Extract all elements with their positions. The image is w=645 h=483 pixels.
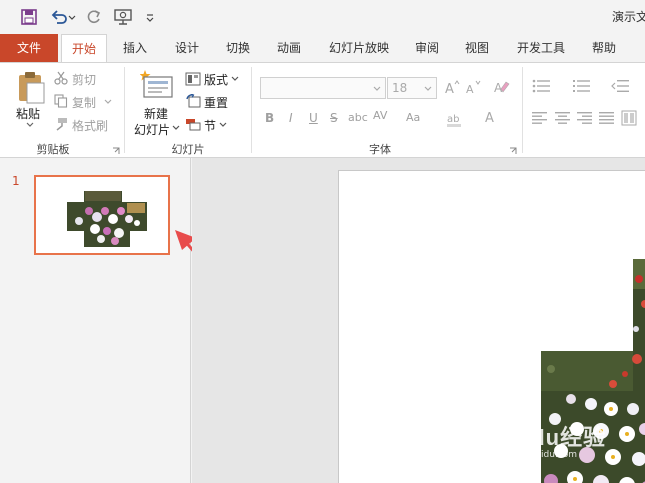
format-painter-label[interactable]: 格式刷 — [72, 117, 108, 134]
quick-access-toolbar: 演示文 — [0, 0, 645, 34]
font-name-select[interactable] — [260, 77, 386, 99]
cut-icon[interactable] — [54, 71, 68, 85]
tab-slide-show[interactable]: 幻灯片放映 — [320, 34, 398, 62]
chevron-down-icon[interactable] — [231, 76, 239, 82]
tab-home[interactable]: 开始 — [61, 34, 107, 63]
ribbon: 粘贴 剪切 复制 格式刷 剪贴板 新建 幻灯片 版式 重置 节 幻灯片 18 A… — [0, 62, 645, 158]
new-slide-label-line1[interactable]: 新建 — [144, 105, 168, 122]
powerpoint-window: 演示文 文件 开始 插入 设计 切换 动画 幻灯片放映 审阅 视图 开发工具 帮… — [0, 0, 645, 483]
redo-icon[interactable] — [85, 8, 103, 26]
customize-icon[interactable] — [146, 8, 154, 26]
strikethrough-button[interactable]: S — [330, 111, 338, 125]
flower-picture-thumbnail — [67, 191, 147, 247]
font-group-label: 字体 — [369, 143, 391, 156]
chevron-down-icon — [373, 86, 381, 91]
font-color-icon[interactable]: A — [484, 110, 498, 126]
underline-button[interactable]: U — [309, 111, 318, 125]
clipboard-group-label: 剪贴板 — [36, 143, 70, 156]
dialog-launcher-icon[interactable] — [509, 147, 517, 155]
change-case-button[interactable]: Aa — [406, 111, 420, 124]
svg-text:A: A — [466, 83, 474, 95]
columns-icon[interactable] — [621, 110, 637, 126]
watermark-logo: Baidu经验 — [494, 425, 607, 450]
shrink-font-icon[interactable]: A — [465, 79, 481, 95]
tab-animations[interactable]: 动画 — [268, 34, 310, 62]
new-slide-label-line2[interactable]: 幻灯片 — [134, 121, 170, 138]
tab-view[interactable]: 视图 — [456, 34, 498, 62]
chevron-down-icon[interactable] — [104, 99, 112, 105]
character-spacing-button[interactable]: AV — [373, 109, 387, 122]
copy-label[interactable]: 复制 — [72, 94, 96, 111]
bullets-icon[interactable] — [532, 79, 552, 93]
slides-group-label: 幻灯片 — [171, 143, 205, 156]
undo-icon[interactable] — [50, 8, 68, 26]
slide-number: 1 — [12, 174, 20, 188]
tab-review[interactable]: 审阅 — [406, 34, 448, 62]
svg-text:A: A — [445, 82, 454, 95]
numbering-icon[interactable] — [572, 79, 592, 93]
decrease-indent-icon[interactable] — [610, 79, 630, 93]
dialog-launcher-icon[interactable] — [112, 147, 120, 155]
bold-button[interactable]: B — [265, 111, 274, 125]
highlight-icon[interactable]: ab — [446, 111, 464, 127]
layout-icon[interactable] — [185, 72, 201, 86]
tab-developer[interactable]: 开发工具 — [508, 34, 574, 62]
copy-icon[interactable] — [54, 94, 68, 108]
svg-text:A: A — [485, 111, 494, 126]
justify-icon[interactable] — [599, 112, 615, 124]
tab-help[interactable]: 帮助 — [583, 34, 625, 62]
tab-file[interactable]: 文件 — [0, 34, 58, 62]
align-left-icon[interactable] — [532, 112, 548, 124]
align-right-icon[interactable] — [577, 112, 593, 124]
reset-label[interactable]: 重置 — [204, 94, 228, 111]
font-size-select[interactable]: 18 — [387, 77, 437, 99]
cut-label[interactable]: 剪切 — [72, 71, 96, 88]
shadow-button[interactable]: abc — [348, 111, 368, 124]
slide-thumbnail-pane: 1 — [0, 158, 246, 483]
watermark-url: jingyan.baidu.com — [494, 450, 578, 460]
chevron-down-icon[interactable] — [26, 122, 34, 128]
group-divider — [251, 67, 252, 153]
tab-design[interactable]: 设计 — [166, 34, 208, 62]
paste-icon[interactable] — [16, 71, 46, 105]
font-size-value: 18 — [392, 81, 408, 95]
present-icon[interactable] — [114, 8, 134, 26]
new-slide-icon[interactable] — [140, 69, 174, 99]
group-divider — [124, 67, 125, 153]
grow-font-icon[interactable]: A — [444, 79, 460, 95]
slide-editing-pane: Baidu经验 jingyan.baidu.com — [192, 158, 645, 483]
tab-transitions[interactable]: 切换 — [217, 34, 259, 62]
chevron-down-icon[interactable] — [172, 125, 180, 131]
paste-label[interactable]: 粘贴 — [16, 105, 40, 122]
chevron-down-icon[interactable] — [68, 8, 76, 26]
tab-insert[interactable]: 插入 — [114, 34, 156, 62]
ribbon-tabs: 文件 开始 插入 设计 切换 动画 幻灯片放映 审阅 视图 开发工具 帮助 — [0, 34, 645, 63]
save-icon[interactable] — [20, 8, 38, 26]
chevron-down-icon — [424, 86, 432, 91]
chevron-down-icon[interactable] — [219, 122, 227, 128]
document-title: 演示文 — [612, 10, 645, 24]
section-icon[interactable] — [185, 117, 201, 131]
layout-label[interactable]: 版式 — [204, 71, 228, 88]
clear-formatting-icon[interactable]: A — [493, 79, 511, 95]
align-center-icon[interactable] — [555, 112, 571, 124]
svg-text:ab: ab — [447, 114, 459, 125]
italic-button[interactable]: I — [289, 111, 293, 125]
group-divider — [522, 67, 523, 153]
reset-icon[interactable] — [185, 94, 201, 108]
section-label[interactable]: 节 — [204, 117, 216, 134]
format-painter-icon[interactable] — [54, 117, 68, 131]
slide-thumbnail-1[interactable] — [34, 175, 170, 255]
